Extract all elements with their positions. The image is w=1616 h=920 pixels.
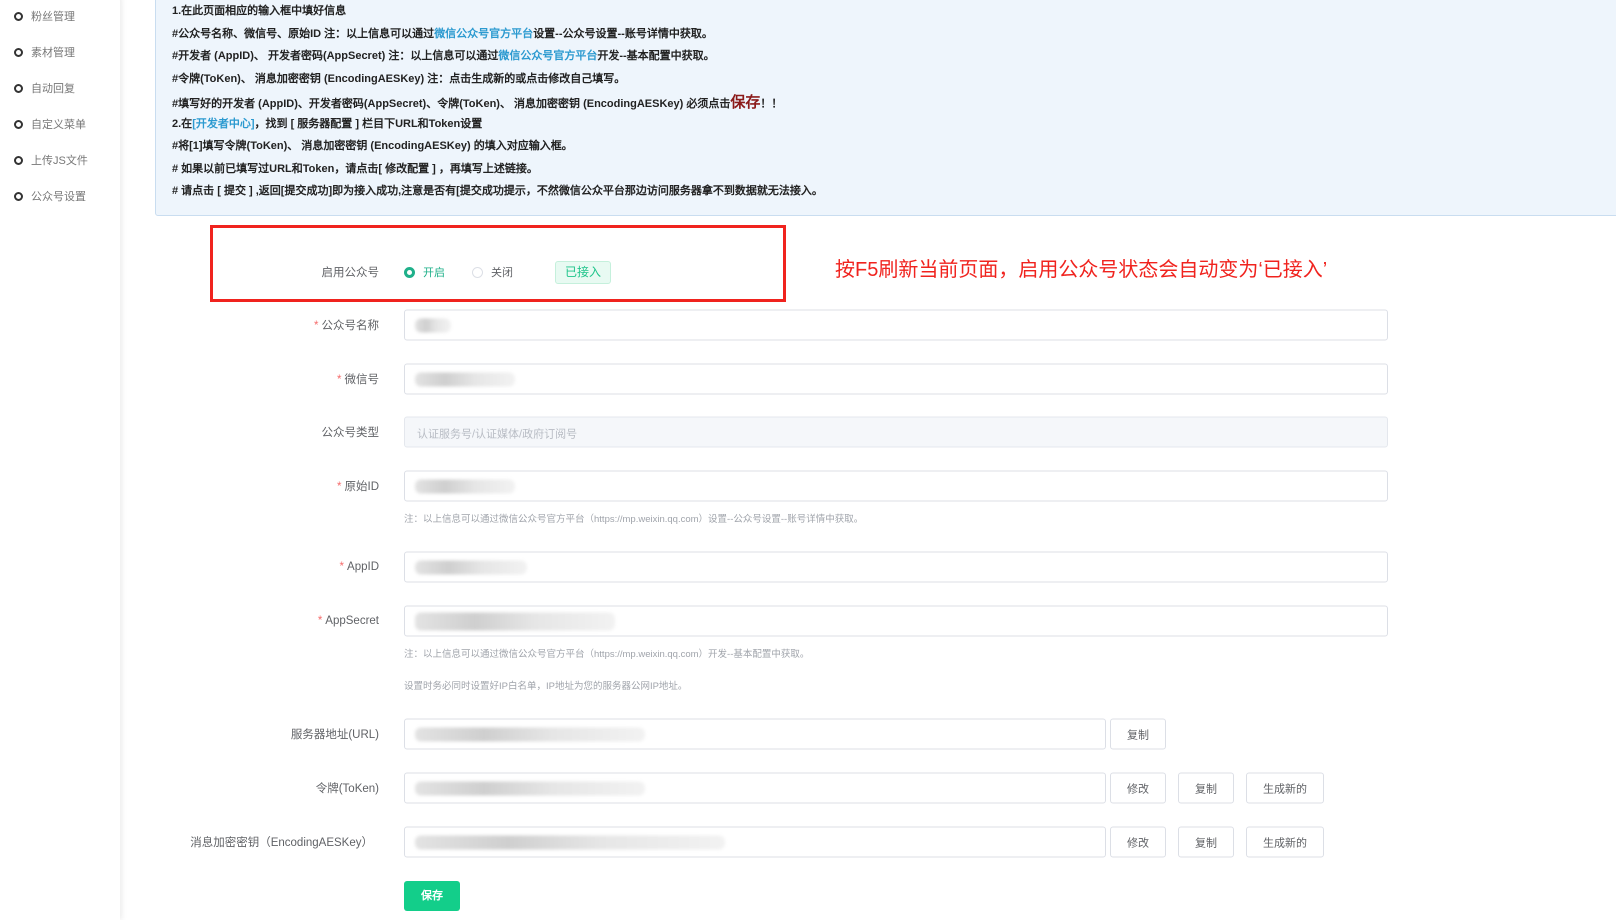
original-id-input[interactable] [404, 470, 1388, 502]
copy-token-button[interactable]: 复制 [1178, 772, 1234, 804]
text: 开发--基本配置中获取。 [597, 50, 715, 62]
appid-input[interactable] [404, 551, 1388, 583]
emphasis: 保存 [730, 94, 761, 111]
aes-key-input[interactable] [404, 826, 1106, 858]
sidebar-item-fans[interactable]: 粉丝管理 [14, 7, 75, 25]
label-text: 公众号名称 [321, 320, 380, 332]
radio-label: 开启 [423, 267, 445, 279]
label-text: AppID [347, 561, 379, 573]
name-label: * 公众号名称 [314, 320, 380, 332]
text: ！！ [760, 98, 783, 110]
modify-aes-key-button[interactable]: 修改 [1110, 826, 1166, 858]
redacted-value [415, 318, 451, 333]
text: ，找到 [ 服务器配置 ] 栏目下URL和Token设置 [254, 118, 483, 130]
sidebar-item-auto-reply[interactable]: 自动回复 [14, 79, 75, 97]
label-text: 原始ID [344, 481, 380, 493]
radio-enable-off[interactable]: 关闭 [472, 264, 513, 280]
sidebar: 粉丝管理 素材管理 自动回复 自定义菜单 上传JS文件 公众号设置 [0, 0, 120, 920]
instruction-line: 2.在[开发者中心]，找到 [ 服务器配置 ] 栏目下URL和Token设置 [172, 115, 482, 131]
wechat-platform-link[interactable]: 微信公众号官方平台 [498, 50, 597, 62]
redacted-value [415, 479, 515, 494]
label-text: AppSecret [325, 615, 379, 627]
redacted-value [415, 781, 645, 796]
annotation-text: 按F5刷新当前页面，启用公众号状态会自动变为‘已接入’ [835, 259, 1328, 281]
sidebar-item-material[interactable]: 素材管理 [14, 43, 75, 61]
instruction-line: # 如果以前已填写过URL和Token，请点击[ 修改配置 ] ，再填写上述链接… [172, 163, 538, 175]
redacted-value [415, 835, 725, 850]
token-label: 令牌(ToKen) [315, 783, 379, 795]
radio-enable-on[interactable]: 开启 [404, 264, 445, 280]
token-input[interactable] [404, 772, 1106, 804]
account-type-label: 公众号类型 [321, 427, 380, 439]
original-id-label: * 原始ID [337, 481, 380, 493]
server-url-label: 服务器地址(URL) [290, 729, 379, 741]
status-badge: 已接入 [555, 261, 612, 284]
label-text: 微信号 [344, 374, 380, 386]
text: #开发者 (AppID)、 开发者密码(AppSecret) 注：以上信息可以通… [172, 50, 499, 62]
enable-label: 启用公众号 [321, 267, 380, 279]
text: 设置--公众号设置--账号详情中获取。 [533, 28, 713, 40]
placeholder: 认证服务号/认证媒体/政府订阅号 [417, 428, 578, 441]
developer-center-link[interactable]: [开发者中心] [192, 118, 254, 130]
server-url-input[interactable] [404, 718, 1106, 750]
redacted-value [415, 727, 645, 742]
text: #公众号名称、微信号、原始ID 注：以上信息可以通过 [172, 28, 435, 40]
radio-label: 关闭 [491, 267, 513, 279]
copy-aes-key-button[interactable]: 复制 [1178, 826, 1234, 858]
instruction-line: #填写好的开发者 (AppID)、开发者密码(AppSecret)、令牌(ToK… [172, 91, 782, 112]
circle-icon [14, 191, 23, 201]
redacted-value [415, 612, 615, 631]
instruction-line: 1.在此页面相应的输入框中填好信息 [172, 5, 347, 17]
radio-checked-icon [404, 266, 415, 278]
circle-icon [14, 83, 23, 93]
copy-url-button[interactable]: 复制 [1110, 718, 1166, 750]
sidebar-item-label: 公众号设置 [31, 191, 86, 203]
sidebar-item-label: 自定义菜单 [31, 119, 86, 131]
radio-unchecked-icon [472, 266, 483, 278]
modify-token-button[interactable]: 修改 [1110, 772, 1166, 804]
redacted-value [415, 560, 527, 575]
appsecret-label: * AppSecret [317, 615, 379, 627]
account-name-input[interactable] [404, 309, 1388, 341]
sidebar-item-label: 素材管理 [31, 47, 75, 59]
instruction-line: # 请点击 [ 提交 ] ,返回[提交成功]即为接入成功,注意是否有[提交成功提… [172, 185, 823, 197]
instruction-line: #将[1]填写令牌(ToKen)、 消息加密密钥 (EncodingAESKey… [172, 140, 573, 152]
wechat-id-input[interactable] [404, 363, 1388, 395]
circle-icon [14, 47, 23, 57]
generate-aes-key-button[interactable]: 生成新的 [1246, 826, 1324, 858]
save-button[interactable]: 保存 [404, 881, 460, 911]
sidebar-item-upload-js[interactable]: 上传JS文件 [14, 151, 88, 169]
circle-icon [14, 155, 23, 165]
sidebar-item-label: 自动回复 [31, 83, 75, 95]
appid-label: * AppID [339, 561, 379, 573]
sidebar-item-label: 粉丝管理 [31, 11, 75, 23]
sidebar-item-custom-menu[interactable]: 自定义菜单 [14, 115, 86, 133]
sidebar-item-label: 上传JS文件 [31, 155, 88, 167]
circle-icon [14, 119, 23, 129]
original-id-note: 注：以上信息可以通过微信公众号官方平台（https://mp.weixin.qq… [404, 514, 864, 525]
instructions-panel: 1.在此页面相应的输入框中填好信息 #公众号名称、微信号、原始ID 注：以上信息… [155, 0, 1616, 216]
instruction-line: #令牌(ToKen)、 消息加密密钥 (EncodingAESKey) 注：点击… [172, 73, 626, 85]
text: 2.在 [172, 118, 193, 130]
circle-icon [14, 11, 23, 21]
ip-whitelist-note: 设置时务必同时设置好IP白名单，IP地址为您的服务器公网IP地址。 [404, 681, 688, 692]
wechat-platform-link[interactable]: 微信公众号官方平台 [434, 28, 533, 40]
appsecret-note: 注：以上信息可以通过微信公众号官方平台（https://mp.weixin.qq… [404, 649, 810, 660]
instruction-line: #开发者 (AppID)、 开发者密码(AppSecret) 注：以上信息可以通… [172, 47, 715, 63]
instruction-line: #公众号名称、微信号、原始ID 注：以上信息可以通过微信公众号官方平台设置--公… [172, 25, 713, 41]
text: #填写好的开发者 (AppID)、开发者密码(AppSecret)、令牌(ToK… [172, 98, 731, 110]
redacted-value [415, 372, 515, 387]
aes-key-label: 消息加密密钥（EncodingAESKey） [190, 837, 373, 849]
generate-token-button[interactable]: 生成新的 [1246, 772, 1324, 804]
sidebar-item-account-settings[interactable]: 公众号设置 [14, 187, 86, 205]
account-type-input[interactable]: 认证服务号/认证媒体/政府订阅号 [404, 416, 1388, 448]
wechat-id-label: * 微信号 [337, 374, 380, 386]
appsecret-input[interactable] [404, 605, 1388, 637]
